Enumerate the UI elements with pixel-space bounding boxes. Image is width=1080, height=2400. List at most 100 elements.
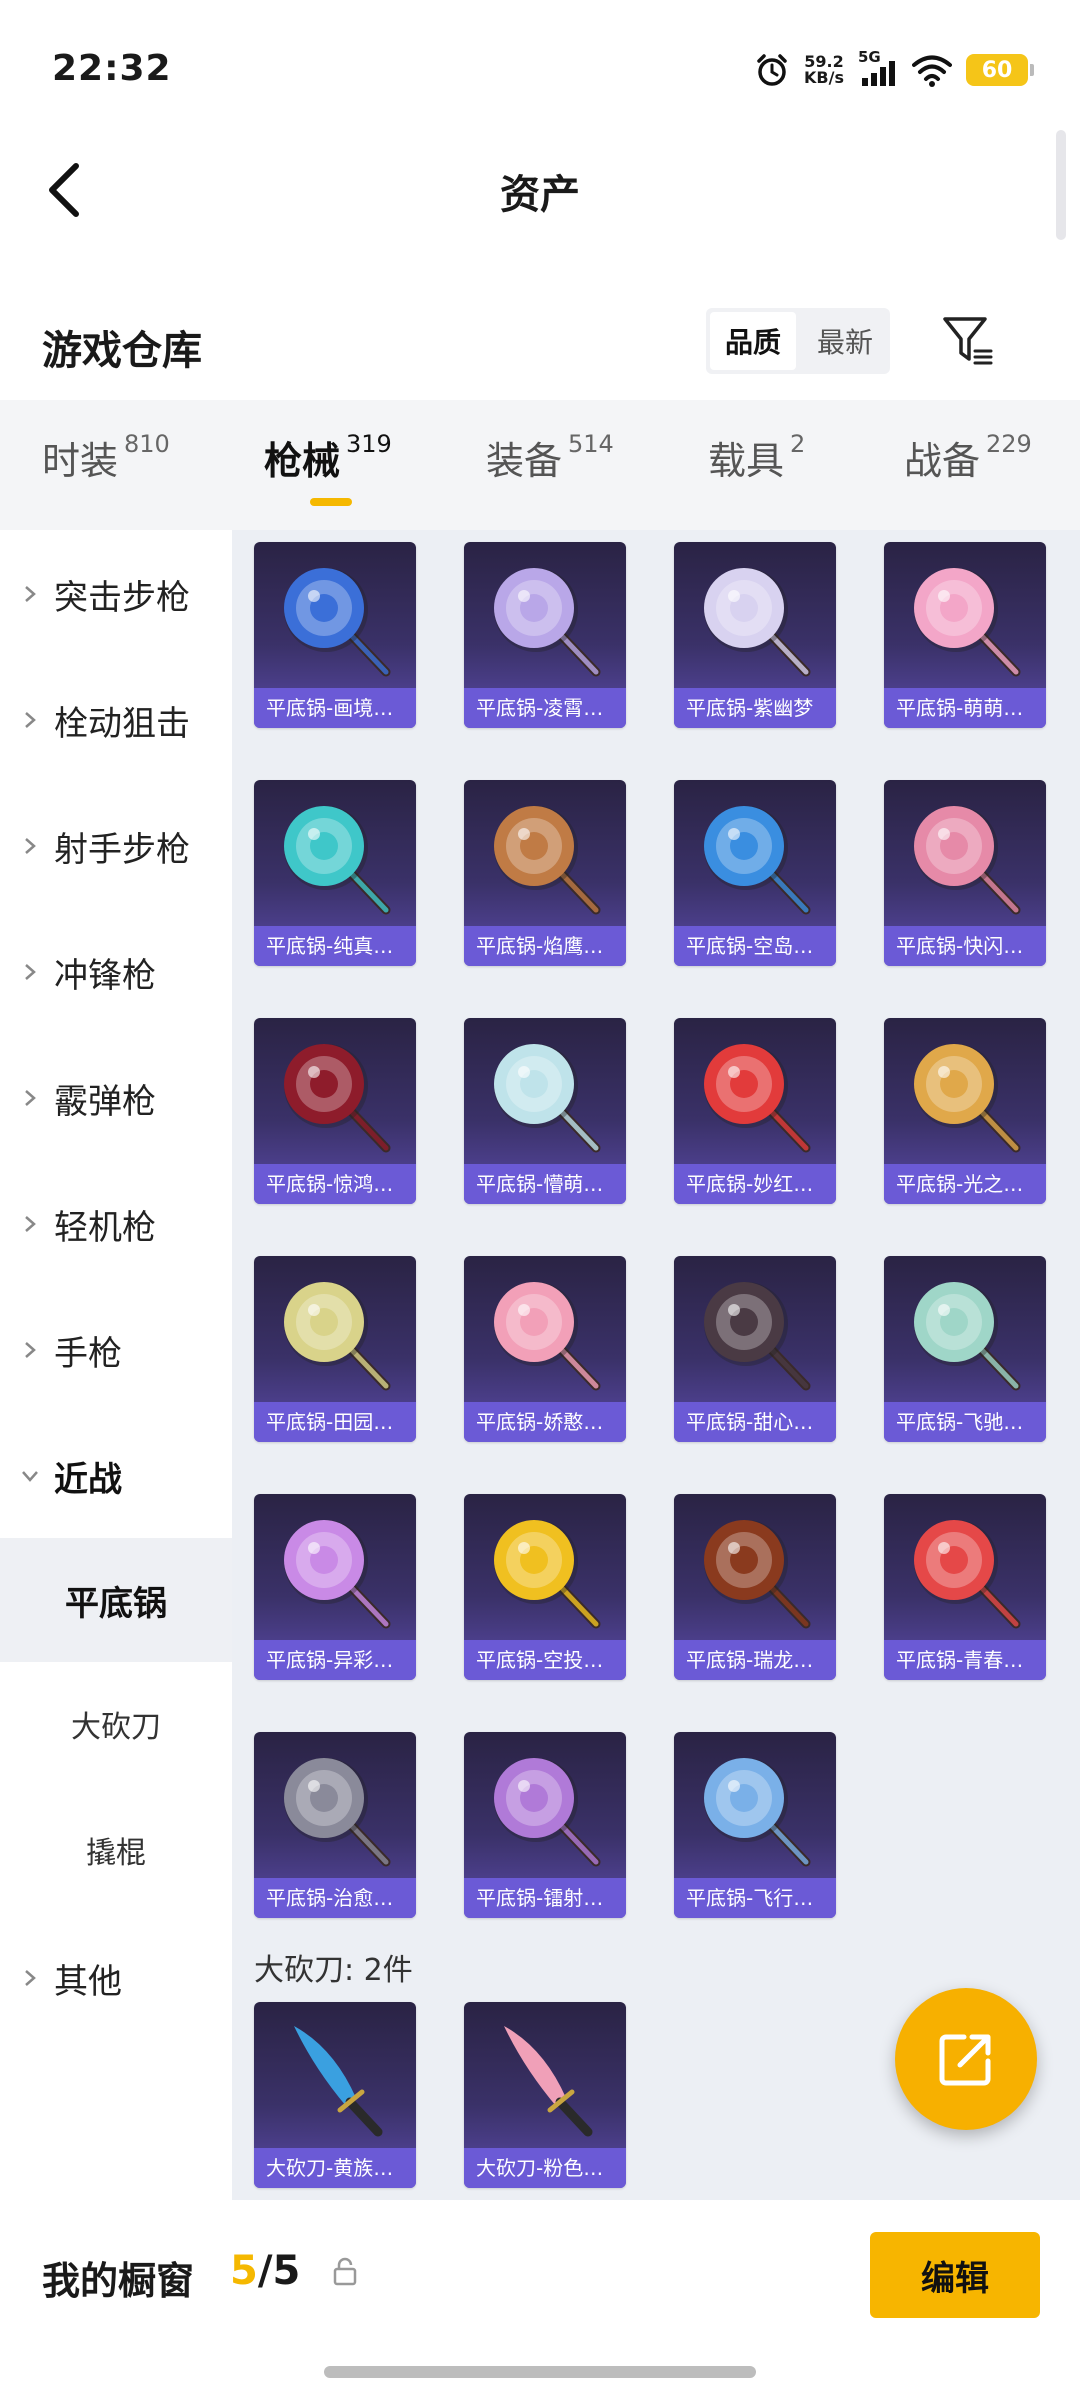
frying-pan-icon xyxy=(494,1758,601,1867)
item-card[interactable]: 平底锅-纯真… xyxy=(254,780,416,966)
sidebar-item-label: 射手步枪 xyxy=(54,829,190,870)
sidebar-item-label: 冲锋枪 xyxy=(54,955,156,996)
tab-equipment[interactable]: 装备 514 xyxy=(486,430,614,485)
frying-pan-icon xyxy=(704,1282,811,1391)
sidebar-item-dmr[interactable]: 射手步枪 xyxy=(0,796,232,896)
item-card[interactable]: 平底锅-空岛… xyxy=(674,780,836,966)
item-card[interactable]: 平底锅-萌萌… xyxy=(884,542,1046,728)
frying-pan-icon xyxy=(914,1282,1021,1391)
item-card[interactable]: 大砍刀-粉色… xyxy=(464,2002,626,2188)
item-card[interactable]: 平底锅-瑞龙… xyxy=(674,1494,836,1680)
tab-label: 载具 xyxy=(708,439,785,483)
item-card[interactable]: 平底锅-懵萌… xyxy=(464,1018,626,1204)
item-name: 平底锅-镭射… xyxy=(464,1878,626,1918)
scrollbar[interactable] xyxy=(1056,130,1066,240)
chevron-right-icon xyxy=(25,1216,36,1232)
showcase-label: 我的橱窗 xyxy=(42,2259,195,2303)
edit-button[interactable]: 编辑 xyxy=(870,2232,1040,2318)
item-name: 平底锅-青春… xyxy=(884,1640,1046,1680)
sort-quality-button[interactable]: 品质 xyxy=(710,312,796,370)
item-card[interactable]: 平底锅-甜心… xyxy=(674,1256,836,1442)
frying-pan-icon xyxy=(494,1520,601,1629)
sidebar-subitem-crowbar[interactable]: 撬棍 xyxy=(0,1788,232,1912)
item-card[interactable]: 大砍刀-黄族… xyxy=(254,2002,416,2188)
sort-newest-button[interactable]: 最新 xyxy=(800,308,890,374)
item-name: 平底锅-惊鸿… xyxy=(254,1164,416,1204)
sidebar-item-smg[interactable]: 冲锋枪 xyxy=(0,922,232,1022)
tab-active-indicator xyxy=(310,498,352,506)
sidebar-subitem-pan[interactable]: 平底锅 xyxy=(0,1538,232,1662)
item-card[interactable]: 平底锅-妙红… xyxy=(674,1018,836,1204)
item-card[interactable]: 平底锅-异彩… xyxy=(254,1494,416,1680)
item-name: 平底锅-光之… xyxy=(884,1164,1046,1204)
sidebar-item-assault-rifle[interactable]: 突击步枪 xyxy=(0,544,232,644)
tab-count: 319 xyxy=(346,430,392,458)
item-name: 平底锅-飞驰… xyxy=(884,1402,1046,1442)
frying-pan-icon xyxy=(284,1758,391,1867)
tab-count: 229 xyxy=(986,430,1032,458)
sidebar-item-other[interactable]: 其他 xyxy=(0,1928,232,2028)
showcase-count-current: 5 xyxy=(230,2248,258,2294)
sidebar-item-bolt-sniper[interactable]: 栓动狙击 xyxy=(0,670,232,770)
chevron-right-icon xyxy=(25,1090,36,1106)
tab-count: 514 xyxy=(568,430,614,458)
item-name: 大砍刀-黄族… xyxy=(254,2148,416,2188)
filter-button[interactable] xyxy=(938,310,998,370)
sidebar-item-label: 栓动狙击 xyxy=(54,703,190,744)
tab-supplies[interactable]: 战备 229 xyxy=(904,430,1032,485)
frying-pan-icon xyxy=(284,806,391,915)
showcase-count: 5/5 xyxy=(230,2248,300,2294)
item-card[interactable]: 平底锅-紫幽梦 xyxy=(674,542,836,728)
net-speed: 59.2 KB/s xyxy=(804,54,844,86)
sidebar-subitem-machete[interactable]: 大砍刀 xyxy=(0,1662,232,1786)
item-card[interactable]: 平底锅-娇憨… xyxy=(464,1256,626,1442)
item-card[interactable]: 平底锅-飞行… xyxy=(674,1732,836,1918)
item-card[interactable]: 平底锅-镭射… xyxy=(464,1732,626,1918)
status-icons: 59.2 KB/s 5G 60 xyxy=(754,48,1034,88)
chevron-right-icon xyxy=(25,1970,36,1986)
showcase-count-total: 5 xyxy=(272,2248,301,2294)
sidebar-item-pistol[interactable]: 手枪 xyxy=(0,1300,232,1400)
machete-icon xyxy=(504,2026,593,2137)
item-name: 平底锅-妙红… xyxy=(674,1164,836,1204)
frying-pan-icon xyxy=(704,1520,811,1629)
warehouse-header: 游戏仓库 品质 最新 xyxy=(0,290,1080,400)
share-icon xyxy=(939,2034,991,2086)
sidebar-item-lmg[interactable]: 轻机枪 xyxy=(0,1174,232,1274)
item-card[interactable]: 平底锅-画境… xyxy=(254,542,416,728)
item-card[interactable]: 平底锅-快闪… xyxy=(884,780,1046,966)
frying-pan-icon xyxy=(284,1044,391,1153)
warehouse-title: 游戏仓库 xyxy=(42,328,202,374)
item-card[interactable]: 平底锅-光之… xyxy=(884,1018,1046,1204)
frying-pan-icon xyxy=(494,1044,601,1153)
share-fab-button[interactable] xyxy=(895,1988,1037,2130)
item-card[interactable]: 平底锅-空投… xyxy=(464,1494,626,1680)
frying-pan-icon xyxy=(704,806,811,915)
sidebar-item-label: 手枪 xyxy=(54,1333,122,1374)
item-card[interactable]: 平底锅-飞驰… xyxy=(884,1256,1046,1442)
chevron-right-icon xyxy=(25,712,36,728)
sidebar-item-label: 突击步枪 xyxy=(54,577,190,618)
page-title: 资产 xyxy=(500,172,580,218)
sidebar-item-shotgun[interactable]: 霰弹枪 xyxy=(0,1048,232,1148)
tab-label: 战备 xyxy=(904,439,981,483)
tab-fashion[interactable]: 时装 810 xyxy=(42,430,170,485)
sidebar-item-melee[interactable]: 近战 xyxy=(0,1426,232,1526)
frying-pan-icon xyxy=(284,1282,391,1391)
sort-toggle: 品质 最新 xyxy=(706,308,890,374)
item-name: 平底锅-治愈… xyxy=(254,1878,416,1918)
item-card[interactable]: 平底锅-青春… xyxy=(884,1494,1046,1680)
item-card[interactable]: 平底锅-凌霄… xyxy=(464,542,626,728)
item-card[interactable]: 平底锅-田园… xyxy=(254,1256,416,1442)
frying-pan-icon xyxy=(494,568,601,677)
item-name: 平底锅-纯真… xyxy=(254,926,416,966)
item-card[interactable]: 平底锅-治愈… xyxy=(254,1732,416,1918)
frying-pan-icon xyxy=(914,1520,1021,1629)
tab-count: 2 xyxy=(790,430,806,458)
item-card[interactable]: 平底锅-惊鸿… xyxy=(254,1018,416,1204)
alarm-icon xyxy=(757,54,787,86)
tab-vehicles[interactable]: 载具 2 xyxy=(708,430,805,485)
showcase-bar: 我的橱窗 5/5 编辑 xyxy=(0,2200,1080,2340)
tab-guns[interactable]: 枪械 319 xyxy=(264,430,392,485)
item-card[interactable]: 平底锅-焰鹰… xyxy=(464,780,626,966)
